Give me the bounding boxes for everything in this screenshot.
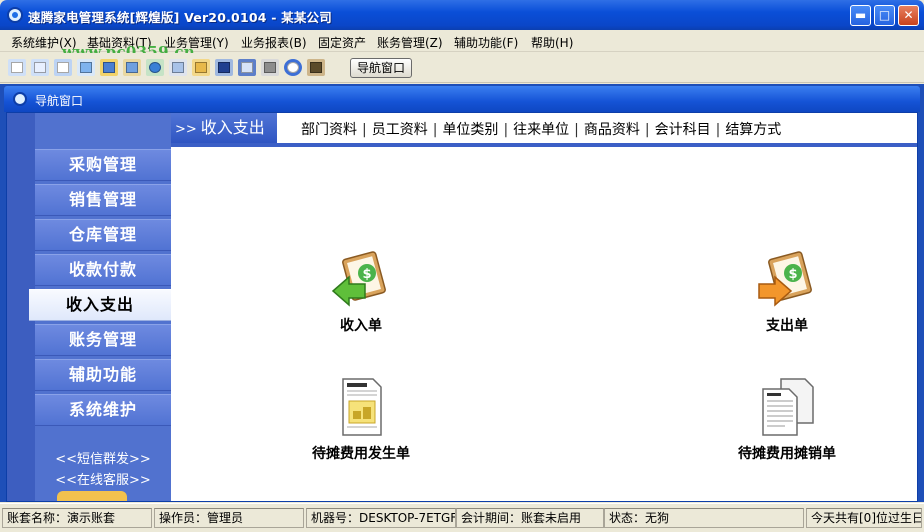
documents-stack-icon[interactable] bbox=[755, 375, 819, 439]
users-icon[interactable] bbox=[146, 59, 164, 76]
status-birthdays: 今天共有[0]位过生日 bbox=[806, 508, 922, 528]
menu-help[interactable]: 帮助(H) bbox=[531, 34, 573, 51]
nav-item-payments[interactable]: 收款付款 bbox=[35, 254, 171, 286]
grid-icon[interactable] bbox=[8, 59, 26, 76]
menu-fixed-assets[interactable]: 固定资产 bbox=[318, 34, 366, 51]
save-icon[interactable] bbox=[238, 59, 256, 76]
refresh-icon[interactable] bbox=[77, 59, 95, 76]
section-title: >> 收入支出 bbox=[171, 113, 277, 143]
subnav-unit-category[interactable]: 单位类别 bbox=[442, 122, 498, 138]
navigation-window-body: 采购管理 销售管理 仓库管理 收款付款 收入支出 账务管理 辅助功能 系统维护 … bbox=[6, 112, 918, 502]
nav-item-income-expense[interactable]: 收入支出 bbox=[29, 289, 171, 321]
folder-icon[interactable] bbox=[192, 59, 210, 76]
nav-item-warehouse[interactable]: 仓库管理 bbox=[35, 219, 171, 251]
status-state: 状态：无狗 bbox=[604, 508, 804, 528]
subnav-settlement[interactable]: 结算方式 bbox=[725, 122, 781, 138]
navigation-window: 导航窗口 采购管理 销售管理 仓库管理 收款付款 收入支出 账务管理 辅助功能 … bbox=[0, 84, 924, 502]
prepaid-expense-amortize-entry[interactable]: 待摊费用摊销单 bbox=[707, 375, 867, 463]
menu-reports[interactable]: 业务报表(B) bbox=[241, 34, 307, 51]
support-avatar-icon[interactable] bbox=[57, 491, 127, 501]
help-icon[interactable] bbox=[284, 59, 302, 76]
online-support-link[interactable]: <<在线客服>> bbox=[35, 469, 171, 488]
nav-item-system[interactable]: 系统维护 bbox=[35, 394, 171, 426]
left-nav: 采购管理 销售管理 仓库管理 收款付款 收入支出 账务管理 辅助功能 系统维护 … bbox=[7, 113, 171, 501]
subnav-partners[interactable]: 往来单位 bbox=[513, 122, 569, 138]
subnav-accounts[interactable]: 会计科目 bbox=[655, 122, 711, 138]
expense-voucher-entry[interactable]: $ 支出单 bbox=[707, 247, 867, 335]
status-account: 账套名称：演示账套 bbox=[2, 508, 152, 528]
subnav-department[interactable]: 部门资料 bbox=[301, 122, 357, 138]
nav-item-accounting[interactable]: 账务管理 bbox=[35, 324, 171, 356]
status-bar: 账套名称：演示账套 操作员：管理员 机器号：DESKTOP-7ETGFQ 会计期… bbox=[0, 503, 924, 532]
window-icon bbox=[13, 92, 27, 106]
income-voucher-entry[interactable]: $ 收入单 bbox=[281, 247, 441, 335]
printer-icon[interactable] bbox=[261, 59, 279, 76]
expense-voucher-icon[interactable]: $ bbox=[755, 247, 819, 311]
content-area: >> 收入支出 部门资料 | 员工资料 | 单位类别 | 往来单位 | 商品资料 | 会计科目 | 结算方… bbox=[171, 113, 917, 501]
contract-document-icon[interactable] bbox=[329, 375, 393, 439]
section-title-text: 收入支出 bbox=[200, 118, 265, 137]
navigation-window-title: 导航窗口 bbox=[35, 94, 84, 108]
nav-item-purchase[interactable]: 采购管理 bbox=[35, 149, 171, 181]
expense-voucher-label: 支出单 bbox=[766, 318, 808, 334]
subnav: 部门资料 | 员工资料 | 单位类别 | 往来单位 | 商品资料 | 会计科目 | 结算方式 bbox=[301, 122, 782, 138]
nav-window-button[interactable]: 导航窗口 bbox=[350, 58, 412, 78]
title-bar: 速腾家电管理系统[辉煌版] Ver20.0104 - 某某公司 ▬ □ ✕ bbox=[0, 0, 924, 30]
income-voucher-icon[interactable]: $ bbox=[329, 247, 393, 311]
prepaid-expense-occur-label: 待摊费用发生单 bbox=[312, 446, 410, 462]
monitor-icon[interactable] bbox=[215, 59, 233, 76]
status-period: 会计期间：账套未启用 bbox=[456, 508, 604, 528]
menu-accounting[interactable]: 账务管理(Z) bbox=[377, 34, 443, 51]
content-header: >> 收入支出 部门资料 | 员工资料 | 单位类别 | 往来单位 | 商品资料 | 会计科目 | 结算方… bbox=[171, 113, 917, 147]
svg-text:$: $ bbox=[788, 267, 797, 282]
status-machine: 机器号：DESKTOP-7ETGFQ bbox=[306, 508, 456, 528]
maximize-button[interactable]: □ bbox=[874, 5, 895, 26]
report-icon[interactable] bbox=[100, 59, 118, 76]
navigation-window-titlebar: 导航窗口 bbox=[4, 86, 920, 112]
copy-icon[interactable] bbox=[54, 59, 72, 76]
minimize-button[interactable]: ▬ bbox=[850, 5, 871, 26]
list-icon[interactable] bbox=[31, 59, 49, 76]
exit-icon[interactable] bbox=[307, 59, 325, 76]
toolbar: 导航窗口 bbox=[0, 53, 924, 83]
nav-item-sales[interactable]: 销售管理 bbox=[35, 184, 171, 216]
nav-item-auxiliary[interactable]: 辅助功能 bbox=[35, 359, 171, 391]
section-prefix: >> bbox=[175, 122, 197, 137]
prepaid-expense-occur-entry[interactable]: 待摊费用发生单 bbox=[281, 375, 441, 463]
subnav-products[interactable]: 商品资料 bbox=[584, 122, 640, 138]
chart-icon[interactable] bbox=[123, 59, 141, 76]
app-icon bbox=[7, 7, 23, 23]
sms-broadcast-link[interactable]: <<短信群发>> bbox=[35, 448, 171, 467]
window-title: 速腾家电管理系统[辉煌版] Ver20.0104 - 某某公司 bbox=[28, 10, 332, 25]
status-operator: 操作员：管理员 bbox=[154, 508, 304, 528]
prepaid-expense-amortize-label: 待摊费用摊销单 bbox=[738, 446, 836, 462]
svg-text:$: $ bbox=[362, 267, 371, 282]
menu-auxiliary[interactable]: 辅助功能(F) bbox=[454, 34, 518, 51]
close-button[interactable]: ✕ bbox=[898, 5, 919, 26]
subnav-employee[interactable]: 员工资料 bbox=[372, 122, 428, 138]
print-preview-icon[interactable] bbox=[169, 59, 187, 76]
income-voucher-label: 收入单 bbox=[340, 318, 382, 334]
